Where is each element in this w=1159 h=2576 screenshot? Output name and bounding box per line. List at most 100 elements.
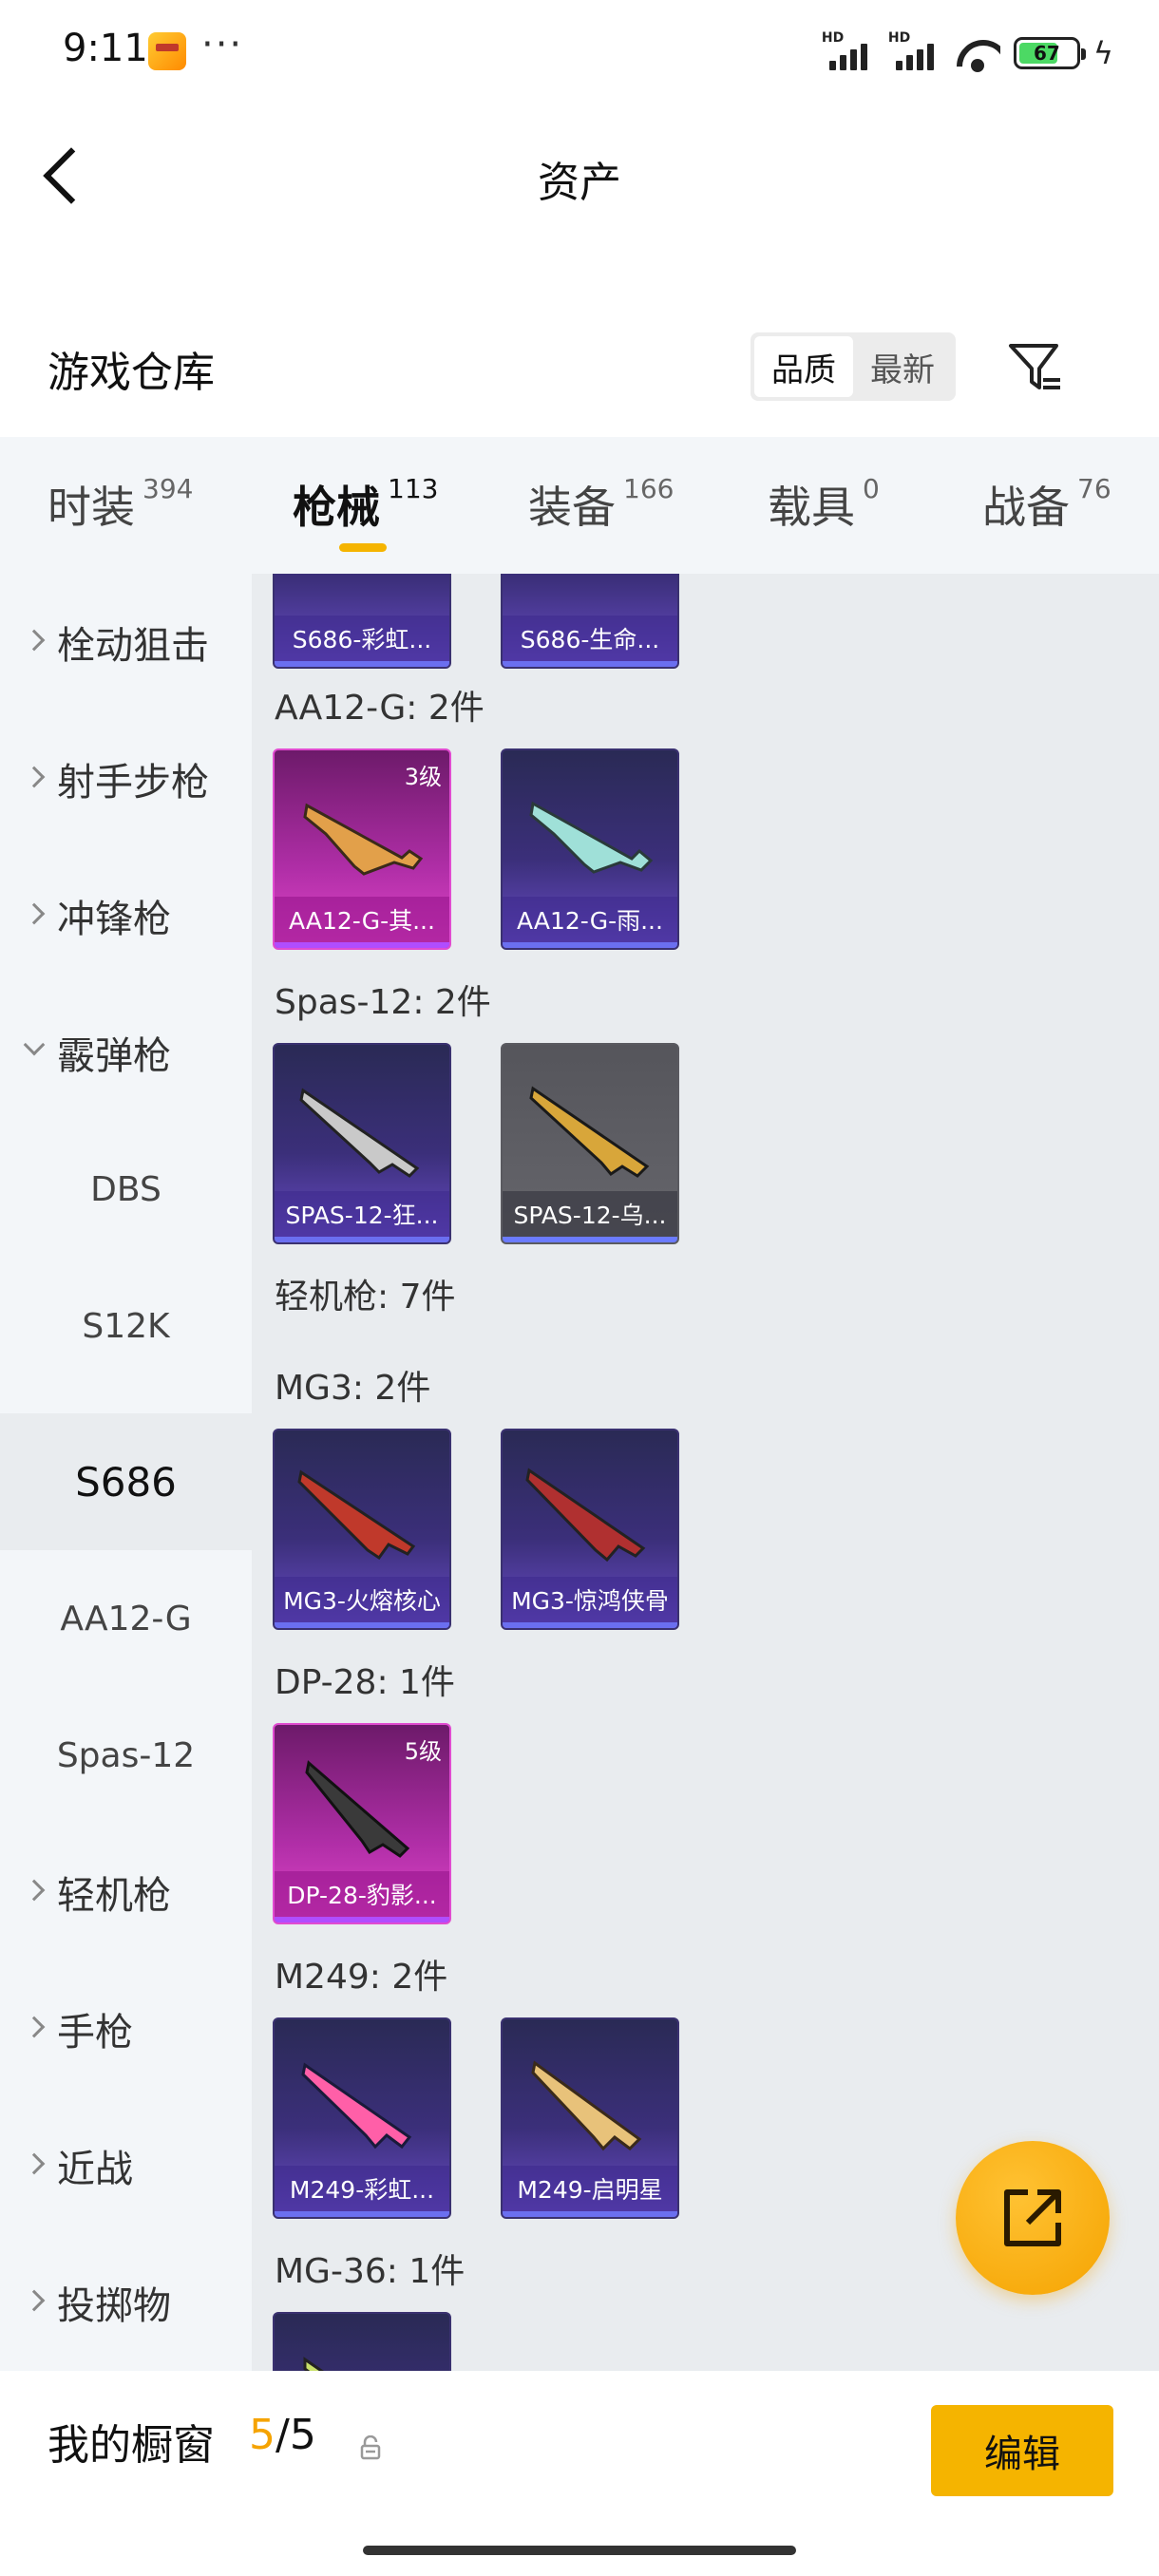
tab-count: 166 — [623, 473, 674, 504]
filter-icon[interactable] — [1007, 340, 1064, 397]
sidebar-subitem-aa12g[interactable]: AA12-G — [0, 1550, 252, 1687]
sidebar-item-label: S12K — [82, 1306, 170, 1346]
tab-equipment[interactable]: 装备 166 — [528, 473, 674, 536]
sort-quality-button[interactable]: 品质 — [754, 336, 853, 397]
chevron-right-icon — [23, 2289, 46, 2312]
sidebar-item-lmg[interactable]: 轻机枪 — [0, 1824, 252, 1960]
tab-label: 载具 — [768, 482, 855, 533]
sidebar-item-shotgun[interactable]: 霰弹枪 — [0, 984, 252, 1121]
tab-supplies[interactable]: 战备 76 — [982, 473, 1112, 536]
group-label: Spas-12: 2件 — [275, 983, 491, 1022]
sidebar-item-label: 霰弹枪 — [57, 1034, 171, 1078]
weapon-card[interactable]: MG3-惊鸿侠骨 — [501, 1429, 679, 1630]
weapon-card[interactable]: M249-彩虹... — [273, 2017, 451, 2219]
weapon-image-icon — [529, 1086, 650, 1178]
weapon-category-sidebar: 栓动狙击 射手步枪 冲锋枪 霰弹枪 DBS S12K S686 AA12-G S… — [0, 574, 252, 2371]
tab-firearms[interactable]: 枪械 113 — [293, 473, 438, 536]
sidebar-subitem-dbs[interactable]: DBS — [0, 1121, 252, 1258]
weapon-name: M249-彩虹... — [275, 2166, 449, 2217]
weapon-image-icon — [305, 1760, 410, 1858]
showcase-current: 5 — [249, 2411, 276, 2459]
group-label: DP-28: 1件 — [275, 1663, 455, 1702]
status-bar: 9:11 ··· HD HD 67 ϟ — [0, 0, 1159, 104]
cellular-signal-icon: HD — [822, 30, 875, 72]
chevron-right-icon — [23, 2152, 46, 2175]
category-tabs: 时装 394 枪械 113 装备 166 载具 0 战备 76 — [0, 437, 1159, 574]
weapon-card[interactable]: 5级 DP-28-豹影... — [273, 1723, 451, 1924]
cellular-signal-icon: HD — [888, 30, 941, 72]
sidebar-item-label: 冲锋枪 — [57, 898, 171, 941]
tab-vehicles[interactable]: 载具 0 — [768, 473, 880, 536]
charging-icon: ϟ — [1092, 35, 1113, 71]
battery-icon: 67 — [1013, 37, 1086, 69]
sidebar-item-label: S686 — [75, 1458, 177, 1506]
sidebar-subitem-s12k[interactable]: S12K — [0, 1258, 252, 1394]
sort-toggle: 品质 最新 — [750, 332, 956, 401]
chevron-right-icon — [23, 629, 46, 652]
weapon-image-icon — [303, 2357, 325, 2371]
weapon-card[interactable]: S686-彩虹... — [273, 574, 451, 669]
home-indicator — [363, 2546, 796, 2555]
weapon-card[interactable]: S686-生命... — [501, 574, 679, 669]
tab-label: 枪械 — [293, 482, 380, 533]
sidebar-item-bolt-sniper[interactable]: 栓动狙击 — [0, 574, 252, 710]
weapon-card[interactable]: SPAS-12-乌... — [501, 1043, 679, 1244]
share-button[interactable] — [956, 2141, 1110, 2295]
status-time: 9:11 — [63, 27, 148, 70]
sidebar-subitem-spas12[interactable]: Spas-12 — [0, 1687, 252, 1824]
group-label: M249: 2件 — [275, 1958, 448, 1997]
app-notification-icon — [148, 32, 186, 70]
group-label: MG3: 2件 — [275, 1369, 431, 1408]
showcase-total: /5 — [276, 2411, 316, 2459]
chevron-right-icon — [23, 1879, 46, 1902]
more-notifications-indicator: ··· — [201, 23, 244, 66]
sidebar-item-marksman-rifle[interactable]: 射手步枪 — [0, 710, 252, 847]
weapon-image-icon — [299, 1088, 420, 1178]
battery-level: 67 — [1033, 42, 1060, 65]
chevron-right-icon — [23, 2016, 46, 2038]
weapon-image-icon — [303, 803, 424, 876]
weapon-card[interactable]: 3级 AA12-G-其... — [273, 748, 451, 950]
status-icons: HD HD 67 ϟ — [822, 30, 1113, 74]
weapon-name: SPAS-12-乌... — [503, 1191, 677, 1242]
weapon-image-icon — [525, 1468, 646, 1563]
edit-button[interactable]: 编辑 — [931, 2405, 1113, 2496]
weapon-name: AA12-G-雨... — [503, 897, 677, 948]
weapon-card[interactable]: AA12-G-雨... — [501, 748, 679, 950]
weapon-card[interactable] — [273, 2312, 451, 2371]
group-label: MG-36: 1件 — [275, 2252, 466, 2291]
weapon-name: M249-启明星 — [503, 2166, 677, 2217]
weapon-card[interactable]: M249-启明星 — [501, 2017, 679, 2219]
sort-newest-button[interactable]: 最新 — [853, 336, 952, 397]
sidebar-subitem-s686[interactable]: S686 — [0, 1413, 252, 1550]
sidebar-item-label: 投掷物 — [57, 2284, 171, 2328]
sidebar-item-label: AA12-G — [60, 1599, 192, 1638]
weapon-name: S686-生命... — [503, 616, 677, 667]
sidebar-item-pistol[interactable]: 手枪 — [0, 1960, 252, 2097]
tab-label: 时装 — [48, 482, 135, 533]
sidebar-item-melee[interactable]: 近战 — [0, 2097, 252, 2234]
sidebar-item-label: 手枪 — [57, 2011, 133, 2055]
showcase-label: 我的橱窗 — [48, 2421, 215, 2470]
weapon-image-icon — [531, 2060, 642, 2151]
weapon-image-icon — [301, 2062, 412, 2150]
sidebar-item-label: 射手步枪 — [57, 761, 209, 805]
weapon-card[interactable]: SPAS-12-狂... — [273, 1043, 451, 1244]
weapon-image-icon — [529, 801, 654, 874]
chevron-down-icon — [23, 1033, 46, 1056]
warehouse-title: 游戏仓库 — [48, 349, 215, 397]
weapon-card[interactable]: MG3-火熔核心 — [273, 1429, 451, 1630]
group-label: AA12-G: 2件 — [275, 689, 484, 728]
weapon-name: S686-彩虹... — [275, 616, 449, 667]
tab-count: 76 — [1077, 473, 1112, 504]
sidebar-item-throwable[interactable]: 投掷物 — [0, 2234, 252, 2371]
tab-label: 装备 — [528, 482, 616, 533]
tab-count: 113 — [388, 473, 439, 504]
weapon-name: DP-28-豹影... — [275, 1871, 449, 1923]
tab-fashion[interactable]: 时装 394 — [48, 473, 193, 536]
page-title: 资产 — [538, 159, 621, 207]
sidebar-item-smg[interactable]: 冲锋枪 — [0, 847, 252, 984]
weapon-grid: S686-彩虹... S686-生命... AA12-G: 2件 3级 AA12… — [252, 574, 1159, 2371]
lock-icon — [360, 2435, 381, 2460]
sidebar-item-label: Spas-12 — [56, 1735, 196, 1775]
